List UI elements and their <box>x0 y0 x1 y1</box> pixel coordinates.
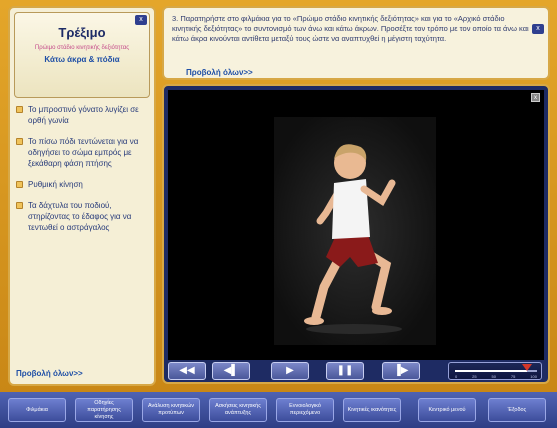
instruction-box: 3. Παρατηρήστε στο φιλμάκια για το «Πρώι… <box>162 6 550 80</box>
close-icon[interactable]: x <box>532 24 544 34</box>
pause-button[interactable]: ❚❚ <box>326 362 364 380</box>
list-item-text: Τα δάχτυλα του ποδιού, στηρίζοντας το έδ… <box>28 201 132 232</box>
nav-concepts-button[interactable]: Εννοιολογικό περιεχόμενο <box>276 398 334 422</box>
section-heading: Κάτω άκρα & πόδια <box>44 55 120 64</box>
nav-main-menu-button[interactable]: Κεντρικό μενού <box>418 398 476 422</box>
slider-ticks: 0 25 50 75 100 <box>455 374 537 379</box>
list-item: Το μπροστινό γόνατο λυγίζει σε ορθή γωνί… <box>16 104 148 126</box>
bullet-icon <box>16 106 23 113</box>
instruction-text: 3. Παρατηρήστε στο φιλμάκια για το «Πρώι… <box>172 14 532 44</box>
step-forward-button[interactable]: ▐▶ <box>382 362 420 380</box>
instruction-body: Παρατηρήστε στο φιλμάκια για το «Πρώιμο … <box>172 14 529 43</box>
list-item: Το πίσω πόδι τεντώνεται για να οδηγήσει … <box>16 136 148 169</box>
step-number: 3. <box>172 14 179 23</box>
nav-exit-button[interactable]: Έξοδος <box>488 398 546 422</box>
bullet-icon <box>16 202 23 209</box>
slider-tick-label: 50 <box>491 374 496 379</box>
running-child-image: A <box>274 117 436 345</box>
stage-subtitle: Πρώιμο στάδιο κινητικής δεξιότητας <box>34 45 130 51</box>
slider-tick-label: 25 <box>472 374 477 379</box>
video-screen: x A <box>168 90 544 360</box>
observation-list: Το μπροστινό γόνατο λυγίζει σε ορθή γωνί… <box>16 104 148 243</box>
nav-videos-button[interactable]: Φιλμάκια <box>8 398 66 422</box>
nav-motor-abilities-button[interactable]: Κινητικές ικανότητες <box>343 398 401 422</box>
description-header: x Τρέξιμο Πρώιμο στάδιο κινητικής δεξιότ… <box>14 12 150 98</box>
nav-exercises-button[interactable]: Ασκήσεις κινητικής ανάπτυξης <box>209 398 267 422</box>
description-panel: x Τρέξιμο Πρώιμο στάδιο κινητικής δεξιότ… <box>8 6 156 386</box>
show-all-link[interactable]: Προβολή όλων>> <box>16 369 83 378</box>
video-player: x A <box>162 84 550 384</box>
slider-fill <box>455 370 528 372</box>
skill-title: Τρέξιμο <box>58 25 106 40</box>
close-icon[interactable]: x <box>135 15 147 25</box>
list-item-text: Ρυθμική κίνηση <box>28 180 83 189</box>
slider-thumb[interactable] <box>522 364 533 371</box>
rewind-button[interactable]: ◀◀ <box>168 362 206 380</box>
slider-tick-label: 0 <box>455 374 458 379</box>
bottom-navigation: Φιλμάκια Οδηγίες παρατήρησης κίνησης Ανά… <box>0 392 557 428</box>
close-icon[interactable]: x <box>531 93 540 102</box>
bullet-icon <box>16 181 23 188</box>
nav-observation-guide-button[interactable]: Οδηγίες παρατήρησης κίνησης <box>75 398 133 422</box>
progress-slider[interactable]: 0 25 50 75 100 <box>448 362 542 380</box>
bullet-icon <box>16 138 23 145</box>
slider-tick-label: 75 <box>510 374 516 379</box>
playback-controls: ◀◀ ◀▌ ▶ ❚❚ ▐▶ 0 25 50 75 100 <box>168 362 544 380</box>
play-button[interactable]: ▶ <box>271 362 309 380</box>
list-item-text: Το μπροστινό γόνατο λυγίζει σε ορθή γωνί… <box>28 105 139 125</box>
slider-tick-label: 100 <box>530 374 537 379</box>
show-all-link[interactable]: Προβολή όλων>> <box>186 68 253 77</box>
list-item: Ρυθμική κίνηση <box>16 179 148 190</box>
frame-label: A <box>340 343 349 345</box>
list-item: Τα δάχτυλα του ποδιού, στηρίζοντας το έδ… <box>16 200 148 233</box>
nav-pattern-analysis-button[interactable]: Ανάλυση κινητικών προτύπων <box>142 398 200 422</box>
running-child-illustration <box>304 144 402 334</box>
step-back-button[interactable]: ◀▌ <box>212 362 250 380</box>
list-item-text: Το πίσω πόδι τεντώνεται για να οδηγήσει … <box>28 137 139 168</box>
